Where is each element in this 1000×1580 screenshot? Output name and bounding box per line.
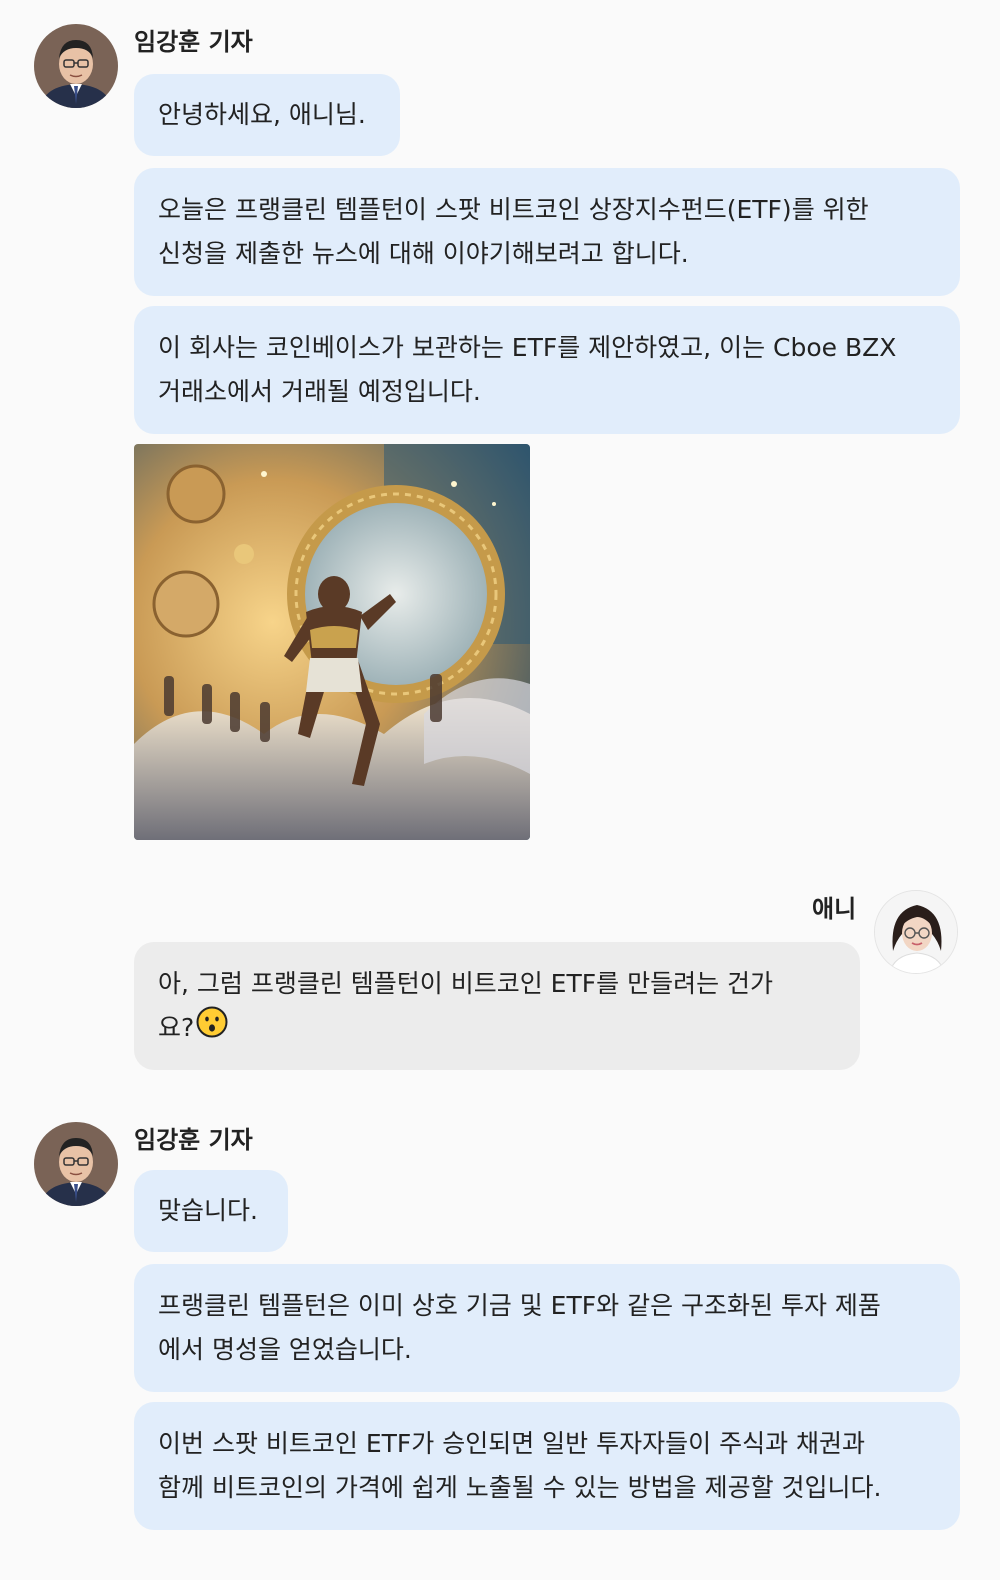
message-bubble[interactable]: 안녕하세요, 애니님. [134, 74, 400, 156]
reporter-avatar[interactable] [34, 1122, 118, 1206]
reporter-avatar[interactable] [34, 24, 118, 108]
message-text: 아, 그럼 프랭클린 템플턴이 비트코인 ETF를 만들려는 건가 요? [158, 969, 774, 1042]
surprised-face-icon [196, 1006, 228, 1052]
message-bubble[interactable]: 이번 스팟 비트코인 ETF가 승인되면 일반 투자자들이 주식과 채권과 함께… [134, 1402, 960, 1530]
anchor-avatar[interactable] [874, 890, 958, 974]
article-illustration[interactable] [134, 444, 530, 840]
reporter-avatar-icon [34, 1122, 118, 1206]
anchor-avatar-icon [875, 891, 957, 973]
message-text: 안녕하세요, 애니님. [158, 100, 366, 129]
message-text: 이번 스팟 비트코인 ETF가 승인되면 일반 투자자들이 주식과 채권과 함께… [158, 1429, 882, 1502]
message-bubble[interactable]: 오늘은 프랭클린 템플턴이 스팟 비트코인 상장지수펀드(ETF)를 위한 신청… [134, 168, 960, 296]
message-text: 맞습니다. [158, 1196, 258, 1225]
message-text: 오늘은 프랭클린 템플턴이 스팟 비트코인 상장지수펀드(ETF)를 위한 신청… [158, 195, 869, 268]
sender-name: 애니 [812, 895, 857, 923]
message-bubble[interactable]: 맞습니다. [134, 1170, 288, 1252]
message-bubble[interactable]: 아, 그럼 프랭클린 템플턴이 비트코인 ETF를 만들려는 건가 요? [134, 942, 860, 1070]
message-text: 이 회사는 코인베이스가 보관하는 ETF를 제안하였고, 이는 Cboe BZ… [158, 333, 897, 406]
message-bubble[interactable]: 프랭클린 템플턴은 이미 상호 기금 및 ETF와 같은 구조화된 투자 제품 … [134, 1264, 960, 1392]
message-bubble[interactable]: 이 회사는 코인베이스가 보관하는 ETF를 제안하였고, 이는 Cboe BZ… [134, 306, 960, 434]
sender-name: 임강훈 기자 [134, 1126, 253, 1154]
golden-runner-coin-illustration-icon [134, 444, 530, 840]
sender-name: 임강훈 기자 [134, 28, 253, 56]
reporter-avatar-icon [34, 24, 118, 108]
message-text: 프랭클린 템플턴은 이미 상호 기금 및 ETF와 같은 구조화된 투자 제품 … [158, 1291, 881, 1364]
